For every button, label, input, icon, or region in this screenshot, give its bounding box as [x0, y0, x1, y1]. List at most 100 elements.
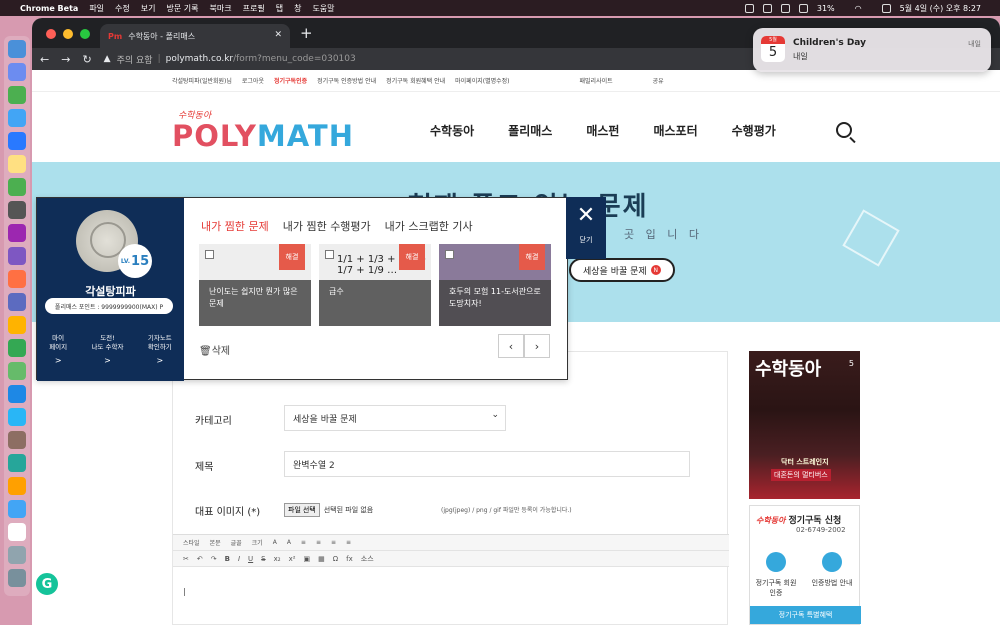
justify-icon[interactable]: ≡ [346, 539, 351, 546]
url-domain[interactable]: polymath.co.kr [166, 54, 234, 64]
style-dropdown[interactable]: 스타일 [183, 538, 200, 547]
warning-icon[interactable]: ▲ [104, 54, 111, 64]
special-benefit-bar[interactable]: 정기구독 특별혜택 [750, 606, 861, 624]
special-char-button[interactable]: Ω [333, 555, 338, 563]
italic-button[interactable]: I [238, 555, 240, 563]
subscript-button[interactable]: x₂ [274, 555, 281, 563]
card-checkbox[interactable] [325, 250, 334, 259]
title-input[interactable]: 완벽수열 2 [284, 451, 690, 477]
delete-button[interactable]: 🗑삭제 [199, 342, 230, 357]
verify-guide-link[interactable]: 정기구독 인증방법 안내 [317, 76, 376, 85]
chrome-icon[interactable] [8, 86, 26, 104]
format-dropdown[interactable]: 본문 [210, 538, 221, 547]
problem-card[interactable]: 해결 호두의 모험 11-도서관으로 도망치자! [439, 244, 551, 326]
prev-button[interactable]: ‹ [498, 334, 524, 358]
formula-button[interactable]: fx [346, 555, 353, 563]
zoom-icon[interactable] [8, 385, 26, 403]
next-button[interactable]: › [524, 334, 550, 358]
tab-scrapped-articles[interactable]: 내가 스크랩한 기사 [385, 218, 473, 234]
magazine-ad[interactable]: 수학동아 5 닥터 스트레인지 대혼돈의 멀티버스 [749, 351, 860, 499]
search-icon[interactable] [836, 122, 852, 138]
app-icon[interactable] [8, 408, 26, 426]
tab-favorite-assessments[interactable]: 내가 찜한 수행평가 [283, 218, 371, 234]
app-icon[interactable] [8, 293, 26, 311]
app-icon[interactable] [8, 431, 26, 449]
image-icon[interactable]: ▣ [304, 555, 311, 563]
nav-item[interactable]: 수학동아 [430, 122, 474, 139]
launchpad-icon[interactable] [8, 63, 26, 81]
app-icon[interactable] [8, 270, 26, 288]
menubar-app-name[interactable]: Chrome Beta [20, 4, 78, 13]
card-checkbox[interactable] [445, 250, 454, 259]
tab-favorite-problems[interactable]: 내가 찜한 문제 [201, 218, 269, 234]
source-button[interactable]: 소스 [361, 554, 374, 564]
member-verify-link[interactable]: 정기구독 회원인증 [754, 578, 798, 598]
status-icon[interactable] [744, 3, 754, 13]
menu-history[interactable]: 방문 기록 [167, 3, 199, 14]
nav-item[interactable]: 매스펀 [586, 122, 619, 139]
bg-color-icon[interactable]: A [287, 539, 291, 546]
info-icon[interactable] [822, 552, 842, 572]
share-link[interactable]: 공유 [653, 76, 664, 85]
nav-item[interactable]: 매스포터 [653, 122, 697, 139]
settings-icon[interactable] [8, 201, 26, 219]
problem-card[interactable]: 해결 난이도는 쉽지만 뭔가 많은 문제 [199, 244, 311, 326]
notes-icon[interactable] [8, 155, 26, 173]
benefits-link[interactable]: 정기구독 회원혜택 안내 [386, 76, 445, 85]
app-icon[interactable] [8, 316, 26, 334]
status-icon[interactable] [798, 3, 808, 13]
category-select[interactable]: 세상을 바꿀 문제 [284, 405, 506, 431]
forward-icon[interactable]: → [61, 53, 70, 66]
security-warning[interactable]: 주의 요함 [117, 53, 153, 66]
menu-file[interactable]: 파일 [89, 3, 104, 14]
app-icon[interactable] [8, 362, 26, 380]
app-icon[interactable] [8, 500, 26, 518]
hero-category-button[interactable]: 세상을 바꿀 문제 N [569, 258, 675, 282]
app-store-icon[interactable] [8, 132, 26, 150]
url-path[interactable]: /form?menu_code=030103 [233, 54, 356, 64]
text-cursor[interactable]: | [183, 587, 186, 596]
family-site-link[interactable]: 패밀리사이트 [580, 76, 613, 85]
text-color-icon[interactable]: A [273, 539, 277, 546]
trash-icon[interactable] [8, 569, 26, 587]
chrome-beta-icon[interactable] [8, 109, 26, 127]
app-icon[interactable] [8, 546, 26, 564]
zoom-window-button[interactable] [80, 29, 90, 39]
verify-guide-link[interactable]: 인증방법 안내 [810, 578, 854, 588]
subscribe-title[interactable]: 수학동아 정기구독 신청 [756, 513, 841, 526]
status-icon[interactable] [762, 3, 772, 13]
menu-profiles[interactable]: 프로필 [243, 3, 265, 14]
verify-link[interactable]: 정기구독인증 [274, 76, 307, 85]
reload-icon[interactable]: ↻ [82, 53, 91, 66]
undo-icon[interactable]: ↶ [197, 555, 203, 563]
mypage-link[interactable]: 마이 페이지 > [49, 334, 67, 365]
site-logo[interactable]: 수학동아 POLYMATH [172, 108, 354, 151]
notification-banner[interactable]: 5월 5 Children's Day 내일 내일 [753, 28, 991, 72]
nav-item[interactable]: 폴리매스 [508, 122, 552, 139]
menu-window[interactable]: 창 [294, 3, 301, 14]
app-icon[interactable] [8, 247, 26, 265]
browser-tab-active[interactable]: Pm 수학동아 - 폴리매스 ✕ [100, 24, 290, 48]
app-icon[interactable] [8, 477, 26, 495]
battery-percent[interactable]: 31% [817, 4, 835, 13]
close-tab-icon[interactable]: ✕ [274, 30, 282, 40]
font-dropdown[interactable]: 글꼴 [231, 538, 242, 547]
table-icon[interactable]: ▦ [318, 555, 325, 563]
menu-view[interactable]: 보기 [141, 3, 156, 14]
size-dropdown[interactable]: 크기 [252, 538, 263, 547]
superscript-button[interactable]: x² [289, 555, 296, 563]
photos-icon[interactable] [8, 224, 26, 242]
control-center-icon[interactable] [881, 3, 891, 13]
app-icon[interactable] [8, 454, 26, 472]
card-checkbox[interactable] [205, 250, 214, 259]
grammarly-icon[interactable]: G [34, 571, 60, 597]
bold-button[interactable]: B [225, 555, 230, 563]
user-verify-icon[interactable] [766, 552, 786, 572]
menu-help[interactable]: 도움말 [312, 3, 334, 14]
align-right-icon[interactable]: ≡ [331, 539, 336, 546]
finder-icon[interactable] [8, 40, 26, 58]
redo-icon[interactable]: ↷ [211, 555, 217, 563]
menubar-clock[interactable]: 5월 4일 (수) 오후 8:27 [900, 3, 981, 14]
calendar-icon[interactable] [8, 523, 26, 541]
close-window-button[interactable] [46, 29, 56, 39]
